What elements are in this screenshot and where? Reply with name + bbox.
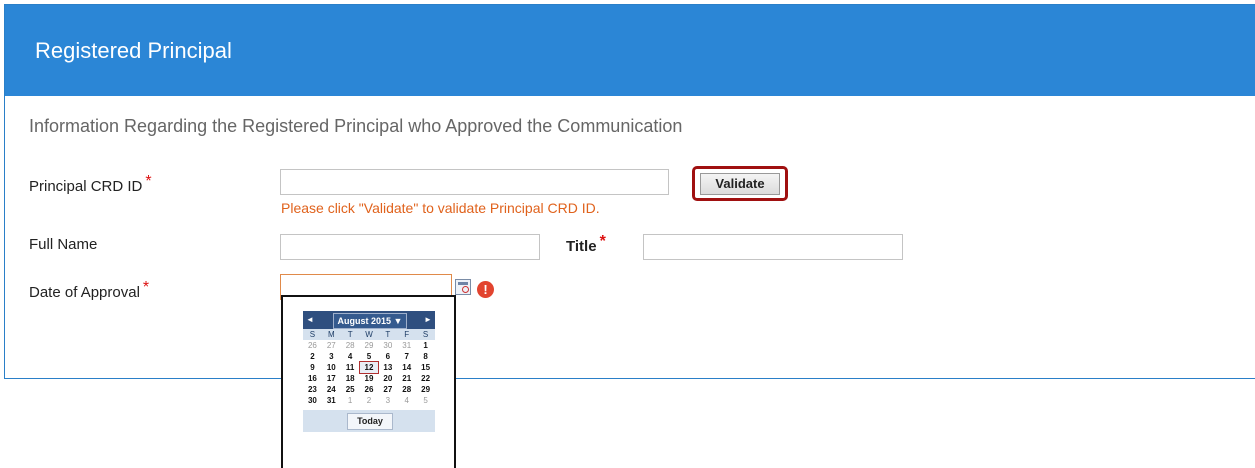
day-of-week: T (347, 330, 353, 339)
calendar-day[interactable]: 11 (341, 362, 360, 373)
day-of-week: W (365, 330, 373, 339)
calendar-day[interactable]: 6 (378, 351, 397, 362)
calendar-day[interactable]: 5 (360, 351, 379, 362)
calendar-day[interactable]: 31 (322, 395, 341, 406)
calendar-icon[interactable] (455, 279, 471, 295)
validate-button[interactable]: Validate (700, 173, 780, 195)
calendar-day[interactable]: 3 (378, 395, 397, 406)
section-subtitle: Information Regarding the Registered Pri… (29, 116, 683, 136)
calendar-day[interactable]: 30 (303, 395, 322, 406)
day-of-week: F (404, 330, 410, 339)
today-button[interactable]: Today (347, 413, 393, 430)
calendar-day[interactable]: 1 (341, 395, 360, 406)
required-marker: * (142, 279, 150, 296)
calendar-week: 30 31 1 2 3 4 5 (303, 395, 435, 406)
calendar-day[interactable]: 21 (397, 373, 416, 384)
required-marker: * (145, 173, 152, 190)
calendar-week: 26 27 28 29 30 31 1 (303, 340, 435, 351)
calendar-day[interactable]: 28 (397, 384, 416, 395)
calendar-week: 23 24 25 26 27 28 29 (303, 384, 435, 395)
calendar-day[interactable]: 15 (416, 362, 435, 373)
calendar-day[interactable]: 29 (416, 384, 435, 395)
calendar-day[interactable]: 4 (341, 351, 360, 362)
calendar-day[interactable]: 4 (397, 395, 416, 406)
calendar-day[interactable]: 17 (322, 373, 341, 384)
calendar-day[interactable]: 13 (378, 362, 397, 373)
calendar-day[interactable]: 25 (341, 384, 360, 395)
calendar-day[interactable]: 20 (378, 373, 397, 384)
calendar-footer: Today (303, 410, 435, 432)
calendar-day[interactable]: 3 (322, 351, 341, 362)
calendar-day[interactable]: 31 (397, 340, 416, 351)
calendar-day[interactable]: 28 (341, 340, 360, 351)
prev-month-icon[interactable]: ◄ (303, 311, 317, 329)
calendar-day-selected[interactable]: 12 (358, 361, 380, 374)
days-of-week-row: S M T W T F S (303, 329, 435, 340)
calendar-day[interactable]: 9 (303, 362, 322, 373)
calendar-day[interactable]: 29 (360, 340, 379, 351)
crd-validation-hint: Please click "Validate" to validate Prin… (281, 200, 600, 216)
calendar-day[interactable]: 26 (303, 340, 322, 351)
calendar-day[interactable]: 8 (416, 351, 435, 362)
error-icon: ! (477, 281, 494, 298)
date-of-approval-label: Date of Approval * (29, 279, 150, 301)
required-marker: * (599, 233, 606, 250)
validate-highlight: Validate (692, 166, 788, 201)
calendar-day[interactable]: 23 (303, 384, 322, 395)
full-name-label: Full Name (29, 236, 98, 253)
day-of-week: T (385, 330, 391, 339)
calendar-header: ◄ August 2015 ▼ ► (303, 311, 435, 329)
calendar-day[interactable]: 14 (397, 362, 416, 373)
calendar-day[interactable]: 26 (360, 384, 379, 395)
month-selector[interactable]: August 2015 ▼ (333, 313, 407, 329)
calendar-day[interactable]: 27 (322, 340, 341, 351)
title-input[interactable] (643, 234, 903, 260)
principal-crd-id-label: Principal CRD ID * (29, 173, 152, 195)
calendar-day[interactable]: 30 (378, 340, 397, 351)
calendar-day[interactable]: 1 (416, 340, 435, 351)
calendar-day[interactable]: 2 (360, 395, 379, 406)
calendar-day[interactable]: 16 (303, 373, 322, 384)
calendar-week: 2 3 4 5 6 7 8 (303, 351, 435, 362)
full-name-input[interactable] (280, 234, 540, 260)
panel-header: Registered Principal (5, 5, 1255, 96)
calendar-day[interactable]: 10 (322, 362, 341, 373)
next-month-icon[interactable]: ► (421, 311, 435, 329)
principal-crd-id-input[interactable] (280, 169, 669, 195)
calendar-day[interactable]: 7 (397, 351, 416, 362)
calendar-day[interactable]: 2 (303, 351, 322, 362)
calendar-day[interactable]: 24 (322, 384, 341, 395)
day-of-week: S (422, 330, 429, 339)
calendar-week: 9 10 11 12 13 14 15 (303, 361, 435, 374)
calendar-day[interactable]: 18 (341, 373, 360, 384)
calendar: ◄ August 2015 ▼ ► S M T W T F S 26 27 28… (303, 311, 435, 461)
calendar-week: 16 17 18 19 20 21 22 (303, 373, 435, 384)
title-label: Title * (566, 233, 606, 255)
calendar-day[interactable]: 5 (416, 395, 435, 406)
day-of-week: S (309, 330, 316, 339)
date-picker-popup: ◄ August 2015 ▼ ► S M T W T F S 26 27 28… (281, 295, 456, 468)
calendar-day[interactable]: 22 (416, 373, 435, 384)
calendar-day[interactable]: 19 (360, 373, 379, 384)
calendar-day[interactable]: 27 (378, 384, 397, 395)
day-of-week: M (327, 330, 335, 339)
